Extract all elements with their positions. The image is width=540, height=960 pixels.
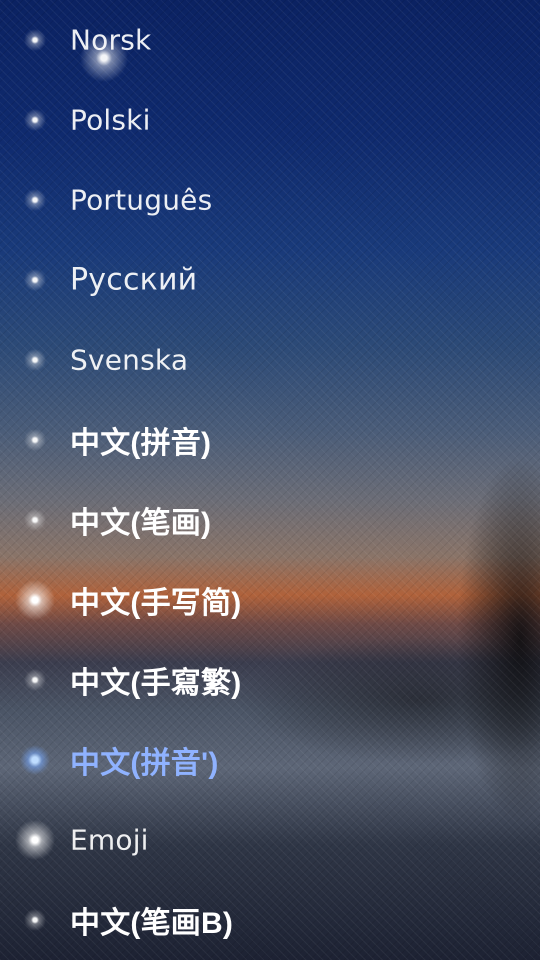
sparkle-dot-icon bbox=[15, 820, 55, 860]
language-item-svenska[interactable]: Svenska bbox=[0, 320, 540, 400]
sparkle-dot-icon bbox=[24, 909, 46, 931]
sparkle-dot-icon bbox=[24, 109, 46, 131]
language-item-portugues[interactable]: Português bbox=[0, 160, 540, 240]
language-label: 中文(笔画B) bbox=[70, 907, 234, 940]
language-label: 中文(手写简) bbox=[70, 587, 242, 620]
sparkle-dot-icon bbox=[24, 429, 46, 451]
sparkle-dot-icon bbox=[24, 669, 46, 691]
language-label-selected: 中文(拼音') bbox=[70, 747, 219, 780]
language-item-zh-pinyin-alt-selected[interactable]: 中文(拼音') bbox=[0, 720, 540, 800]
language-label: Norsk bbox=[70, 23, 152, 57]
sparkle-dot-icon bbox=[24, 349, 46, 371]
sparkle-dot-icon bbox=[24, 269, 46, 291]
sparkle-dot-icon bbox=[24, 509, 46, 531]
language-item-norsk[interactable]: Norsk bbox=[0, 0, 540, 82]
language-item-zh-stroke[interactable]: 中文(笔画) bbox=[0, 480, 540, 560]
sparkle-dot-icon bbox=[24, 29, 46, 51]
language-picker-screen: Norsk Polski Português Русский Svenska 中… bbox=[0, 0, 540, 960]
sparkle-dot-icon bbox=[20, 745, 50, 775]
language-label: Polski bbox=[70, 103, 151, 137]
language-label: Português bbox=[70, 183, 213, 217]
language-item-zh-handwriting-simplified[interactable]: 中文(手写简) bbox=[0, 560, 540, 640]
language-label: 中文(拼音) bbox=[70, 427, 212, 460]
language-item-emoji[interactable]: Emoji bbox=[0, 800, 540, 880]
language-item-zh-pinyin[interactable]: 中文(拼音) bbox=[0, 400, 540, 480]
language-item-zh-stroke-b[interactable]: 中文(笔画B) bbox=[0, 880, 540, 960]
language-label: Emoji bbox=[70, 823, 149, 857]
sparkle-dot-icon bbox=[15, 580, 55, 620]
language-item-zh-handwriting-traditional[interactable]: 中文(手寫繁) bbox=[0, 640, 540, 720]
sparkle-dot-icon bbox=[24, 189, 46, 211]
language-label: Русский bbox=[70, 262, 198, 298]
language-label: 中文(手寫繁) bbox=[70, 667, 242, 700]
language-list: Norsk Polski Português Русский Svenska 中… bbox=[0, 0, 540, 960]
language-label: Svenska bbox=[70, 343, 189, 377]
language-item-russian[interactable]: Русский bbox=[0, 240, 540, 320]
language-item-polski[interactable]: Polski bbox=[0, 80, 540, 160]
language-label: 中文(笔画) bbox=[70, 507, 212, 540]
